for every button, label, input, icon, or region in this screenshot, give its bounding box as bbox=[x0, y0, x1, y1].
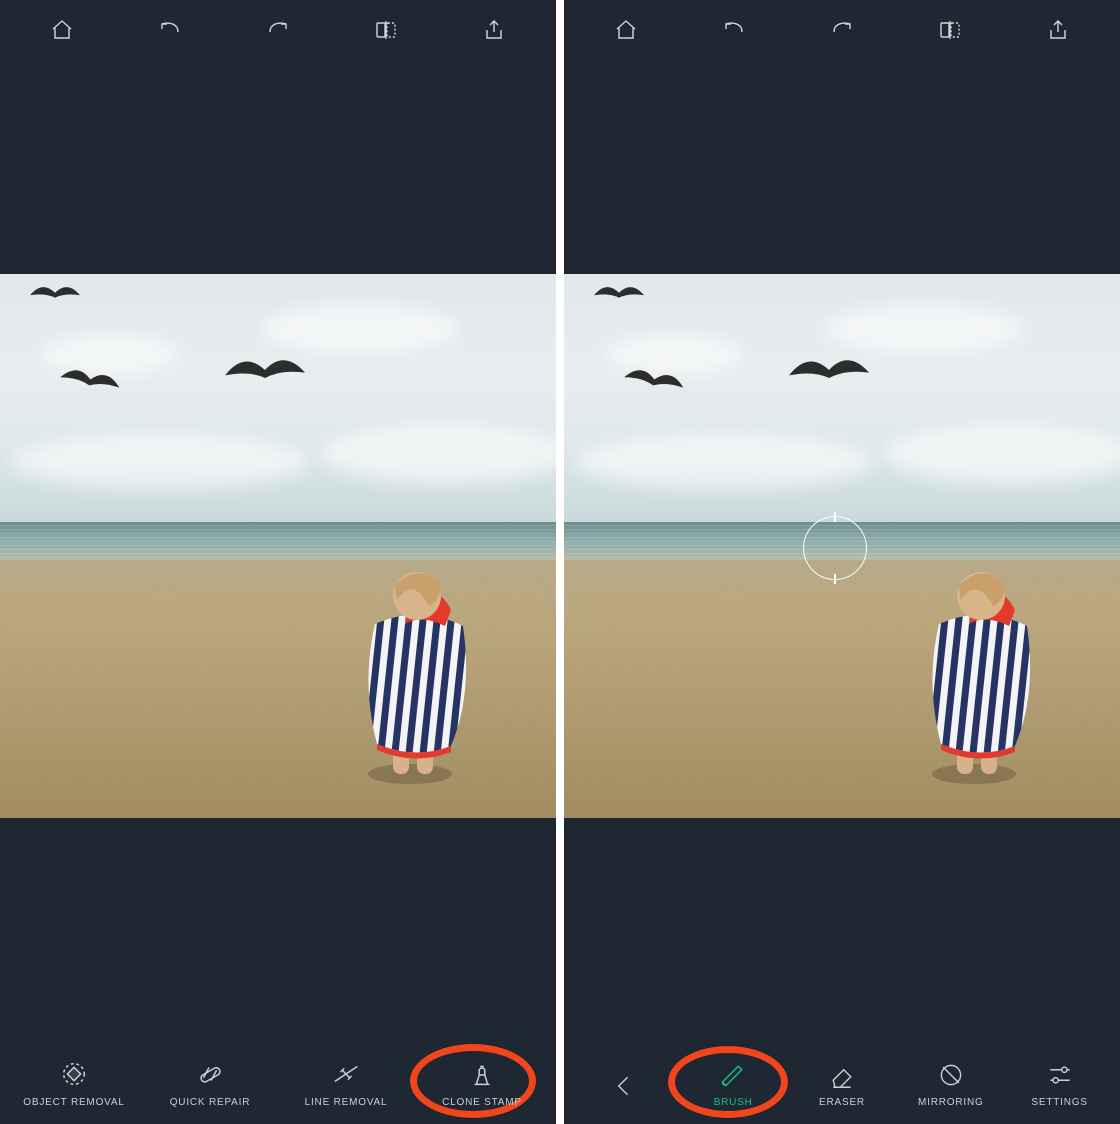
redo-icon bbox=[266, 18, 290, 42]
clone-stamp-icon bbox=[467, 1059, 497, 1089]
clone-source-marker[interactable] bbox=[803, 516, 867, 580]
home-button[interactable] bbox=[606, 10, 646, 50]
compare-button[interactable] bbox=[930, 10, 970, 50]
compare-button[interactable] bbox=[366, 10, 406, 50]
share-icon bbox=[482, 18, 506, 42]
object-removal-icon bbox=[58, 1059, 90, 1089]
brush-icon bbox=[716, 1061, 750, 1089]
bird-silhouette bbox=[594, 284, 644, 304]
tool-label: BRUSH bbox=[714, 1097, 753, 1108]
tool-label: QUICK REPAIR bbox=[170, 1097, 251, 1108]
tool-line-removal[interactable]: LINE REMOVAL bbox=[278, 1059, 414, 1108]
bottom-toolbar: BRUSH ERASER MIRRORING SETTINGS bbox=[564, 1032, 1120, 1124]
share-button[interactable] bbox=[474, 10, 514, 50]
child-subject bbox=[355, 564, 485, 804]
bird-silhouette bbox=[30, 284, 80, 304]
tool-brush[interactable]: BRUSH bbox=[679, 1061, 788, 1108]
tool-label: LINE REMOVAL bbox=[305, 1097, 388, 1108]
redo-button[interactable] bbox=[822, 10, 862, 50]
pane-divider bbox=[556, 0, 564, 1124]
child-subject bbox=[919, 564, 1049, 804]
editor-pane-left: OBJECT REMOVAL QUICK REPAIR LINE REMOVAL CL… bbox=[0, 0, 556, 1124]
compare-icon bbox=[938, 18, 962, 42]
tool-label: ERASER bbox=[819, 1097, 865, 1108]
settings-icon bbox=[1045, 1061, 1075, 1089]
bird-silhouette bbox=[624, 369, 684, 393]
eraser-icon bbox=[827, 1061, 857, 1089]
undo-button[interactable] bbox=[714, 10, 754, 50]
tool-eraser[interactable]: ERASER bbox=[788, 1061, 897, 1108]
redo-button[interactable] bbox=[258, 10, 298, 50]
undo-icon bbox=[722, 18, 746, 42]
tool-settings[interactable]: SETTINGS bbox=[1005, 1061, 1114, 1108]
tool-mirroring[interactable]: MIRRORING bbox=[896, 1061, 1005, 1108]
compare-icon bbox=[374, 18, 398, 42]
undo-button[interactable] bbox=[150, 10, 190, 50]
edited-photo[interactable] bbox=[564, 274, 1120, 818]
back-icon bbox=[610, 1072, 638, 1100]
tool-label: MIRRORING bbox=[918, 1097, 984, 1108]
editor-pane-right: BRUSH ERASER MIRRORING SETTINGS bbox=[564, 0, 1120, 1124]
share-button[interactable] bbox=[1038, 10, 1078, 50]
undo-icon bbox=[158, 18, 182, 42]
share-icon bbox=[1046, 18, 1070, 42]
redo-icon bbox=[830, 18, 854, 42]
home-icon bbox=[50, 18, 74, 42]
bird-silhouette bbox=[789, 356, 869, 388]
home-icon bbox=[614, 18, 638, 42]
tool-object-removal[interactable]: OBJECT REMOVAL bbox=[6, 1059, 142, 1108]
tool-label: OBJECT REMOVAL bbox=[23, 1097, 124, 1108]
tool-label: SETTINGS bbox=[1031, 1097, 1087, 1108]
bird-silhouette bbox=[225, 356, 305, 388]
line-removal-icon bbox=[330, 1059, 362, 1089]
tool-clone-stamp[interactable]: CLONE STAMP bbox=[414, 1059, 550, 1108]
top-toolbar bbox=[564, 0, 1120, 60]
top-toolbar bbox=[0, 0, 556, 60]
quick-repair-icon bbox=[194, 1059, 226, 1089]
canvas-area[interactable] bbox=[564, 60, 1120, 1032]
mirroring-icon bbox=[936, 1061, 966, 1089]
canvas-area[interactable] bbox=[0, 60, 556, 1032]
home-button[interactable] bbox=[42, 10, 82, 50]
tool-label: CLONE STAMP bbox=[442, 1097, 522, 1108]
bottom-toolbar: OBJECT REMOVAL QUICK REPAIR LINE REMOVAL CL… bbox=[0, 1032, 556, 1124]
tool-quick-repair[interactable]: QUICK REPAIR bbox=[142, 1059, 278, 1108]
tool-back[interactable] bbox=[570, 1072, 679, 1108]
edited-photo[interactable] bbox=[0, 274, 556, 818]
bird-silhouette bbox=[60, 369, 120, 393]
